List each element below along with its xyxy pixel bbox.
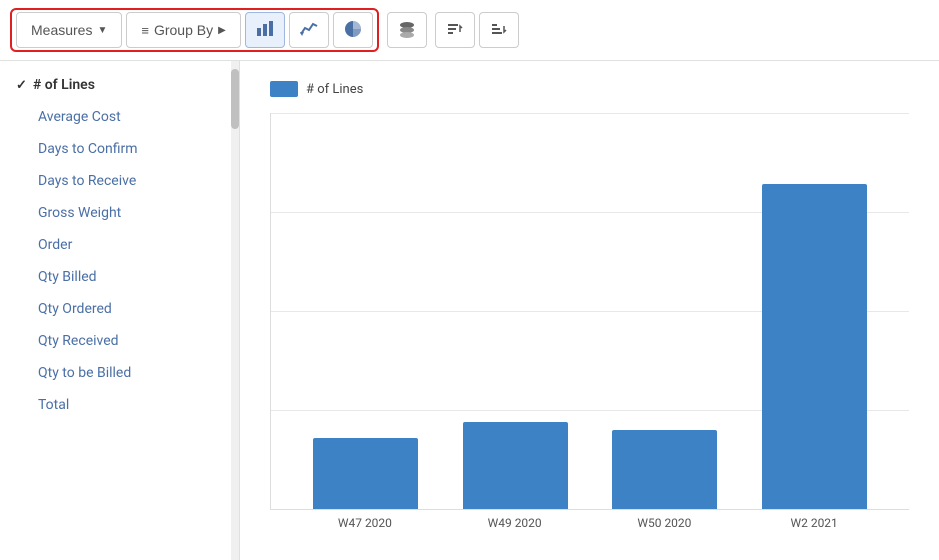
sidebar-item-qty-received[interactable]: Qty Received bbox=[0, 325, 239, 357]
pie-chart-button[interactable] bbox=[333, 12, 373, 48]
bar-0 bbox=[313, 438, 418, 509]
bar-3 bbox=[762, 184, 867, 509]
x-label-0: W47 2020 bbox=[290, 510, 440, 530]
sidebar-item-label: Qty to be Billed bbox=[38, 365, 131, 381]
x-label-1: W49 2020 bbox=[440, 510, 590, 530]
sort-desc-icon bbox=[490, 20, 508, 41]
scrollbar-thumb[interactable] bbox=[231, 69, 239, 129]
sidebar-item-label: Total bbox=[38, 397, 69, 413]
measures-button[interactable]: Measures ▼ bbox=[16, 12, 122, 48]
bar-2 bbox=[612, 430, 717, 509]
toolbar: Measures ▼ ≡ Group By ▶ bbox=[0, 0, 939, 61]
sort-asc-button[interactable] bbox=[435, 12, 475, 48]
group-by-label: Group By bbox=[154, 22, 213, 38]
sidebar-item-label: Qty Ordered bbox=[38, 301, 112, 317]
sidebar-item-order[interactable]: Order bbox=[0, 229, 239, 261]
sidebar-item-label: Order bbox=[38, 237, 72, 253]
chart-container: W47 2020W49 2020W50 2020W2 2021 bbox=[270, 113, 909, 530]
stack-button[interactable] bbox=[387, 12, 427, 48]
sidebar-item-label: Gross Weight bbox=[38, 205, 121, 221]
highlighted-toolbar-group: Measures ▼ ≡ Group By ▶ bbox=[10, 8, 379, 52]
sidebar-item-qty-billed[interactable]: Qty Billed bbox=[0, 261, 239, 293]
group-by-button[interactable]: ≡ Group By ▶ bbox=[126, 12, 240, 48]
sidebar-item-days-to-receive[interactable]: Days to Receive bbox=[0, 165, 239, 197]
chart-area: # of Lines W47 2020W49 2020W50 2020W2 20… bbox=[240, 61, 939, 560]
x-label-2: W50 2020 bbox=[590, 510, 740, 530]
sidebar-item-days-to-confirm[interactable]: Days to Confirm bbox=[0, 133, 239, 165]
line-chart-icon bbox=[300, 20, 318, 41]
sidebar-item-label: Days to Receive bbox=[38, 173, 136, 189]
main-area: ✓ # of Lines Average Cost Days to Confirm Da… bbox=[0, 61, 939, 560]
sidebar-item-label: Average Cost bbox=[38, 109, 121, 125]
legend-color-box bbox=[270, 81, 298, 97]
scrollbar-track[interactable] bbox=[231, 61, 239, 560]
sidebar-item-label: Qty Billed bbox=[38, 269, 97, 285]
bar-group-2 bbox=[590, 113, 740, 509]
sidebar-item-label: Days to Confirm bbox=[38, 141, 138, 157]
sort-asc-icon bbox=[446, 20, 464, 41]
x-label-3: W2 2021 bbox=[739, 510, 889, 530]
sidebar-item-gross-weight[interactable]: Gross Weight bbox=[0, 197, 239, 229]
menu-lines-icon: ≡ bbox=[141, 23, 149, 38]
sort-desc-button[interactable] bbox=[479, 12, 519, 48]
bar-chart-button[interactable] bbox=[245, 12, 285, 48]
bar-group-3 bbox=[740, 113, 890, 509]
checkmark-icon: ✓ bbox=[16, 78, 27, 93]
bar-group-0 bbox=[291, 113, 441, 509]
sidebar-item-total[interactable]: Total bbox=[0, 389, 239, 421]
measures-label: Measures bbox=[31, 22, 92, 38]
sidebar-item-qty-to-be-billed[interactable]: Qty to be Billed bbox=[0, 357, 239, 389]
stack-icon bbox=[398, 20, 416, 41]
line-chart-button[interactable] bbox=[289, 12, 329, 48]
sidebar-item-label: Qty Received bbox=[38, 333, 119, 349]
sidebar: ✓ # of Lines Average Cost Days to Confirm Da… bbox=[0, 61, 240, 560]
sidebar-item-#-of-lines[interactable]: ✓ # of Lines bbox=[0, 69, 239, 101]
chart-grid bbox=[270, 113, 909, 510]
legend-label: # of Lines bbox=[306, 82, 363, 97]
bar-chart-icon bbox=[256, 20, 274, 41]
bar-group-1 bbox=[441, 113, 591, 509]
x-labels: W47 2020W49 2020W50 2020W2 2021 bbox=[270, 510, 909, 530]
bar-1 bbox=[463, 422, 568, 509]
pie-chart-icon bbox=[344, 20, 362, 41]
group-by-arrow-icon: ▶ bbox=[218, 25, 226, 36]
sidebar-item-qty-ordered[interactable]: Qty Ordered bbox=[0, 293, 239, 325]
sidebar-item-average-cost[interactable]: Average Cost bbox=[0, 101, 239, 133]
chart-legend: # of Lines bbox=[270, 81, 909, 97]
sidebar-item-label: # of Lines bbox=[33, 77, 95, 93]
measures-dropdown-icon: ▼ bbox=[97, 25, 107, 36]
